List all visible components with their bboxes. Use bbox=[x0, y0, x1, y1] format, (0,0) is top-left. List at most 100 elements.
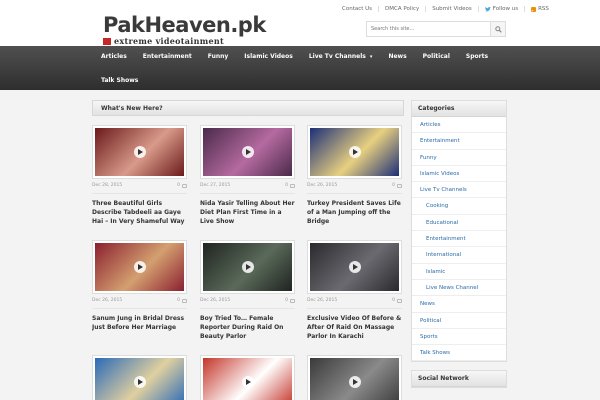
categories-heading: Categories bbox=[412, 101, 506, 117]
subcategory-link[interactable]: Entertainment bbox=[412, 231, 506, 248]
post-date: Dec 27, 2015 bbox=[200, 183, 231, 188]
main-nav: Articles Entertainment Funny Islamic Vid… bbox=[0, 46, 600, 90]
category-link[interactable]: Islamic Videos bbox=[412, 166, 506, 183]
post-card[interactable] bbox=[307, 355, 402, 400]
post-meta: Dec 28, 2015 0 bbox=[92, 183, 187, 194]
nav-item-live-tv-channels[interactable]: Live Tv Channels ▾ bbox=[303, 46, 383, 68]
category-link[interactable]: Sports bbox=[412, 329, 506, 346]
comment-count-value: 0 bbox=[392, 298, 395, 303]
post-title[interactable]: Exclusive Video Of Before & After Of Rai… bbox=[307, 314, 402, 341]
category-link[interactable]: Talk Shows bbox=[412, 345, 506, 362]
site-logo[interactable]: PakHeaven.pk extreme videotainment bbox=[103, 15, 266, 46]
comment-count[interactable]: 0 bbox=[285, 183, 295, 188]
nav-item-funny[interactable]: Funny bbox=[202, 46, 239, 68]
category-link[interactable]: Articles bbox=[412, 117, 506, 134]
search-box bbox=[366, 21, 506, 37]
post-title[interactable]: Nida Yasir Telling About Her Diet Plan F… bbox=[200, 199, 295, 226]
comment-icon bbox=[182, 298, 187, 303]
comment-count-value: 0 bbox=[392, 183, 395, 188]
nav-item-articles[interactable]: Articles bbox=[96, 46, 137, 68]
twitter-icon bbox=[484, 6, 491, 11]
submit-videos-label: Submit Videos bbox=[432, 6, 472, 12]
nav-item-islamic-videos[interactable]: Islamic Videos bbox=[238, 46, 303, 68]
contact-us-link[interactable]: Contact Us bbox=[336, 6, 380, 12]
post-thumbnail[interactable] bbox=[200, 240, 295, 294]
logo-tagline-text: extreme videotainment bbox=[114, 36, 225, 46]
play-icon bbox=[133, 376, 146, 388]
sidebar: Categories Articles Entertainment Funny Isl… bbox=[411, 100, 507, 363]
category-link[interactable]: Political bbox=[412, 313, 506, 329]
post-thumbnail[interactable] bbox=[92, 355, 187, 400]
nav-item-sports[interactable]: Sports bbox=[460, 46, 498, 68]
post-thumbnail[interactable] bbox=[92, 240, 187, 294]
logo-title: PakHeaven.pk bbox=[103, 13, 266, 37]
search-icon bbox=[494, 25, 502, 33]
comment-count[interactable]: 0 bbox=[285, 298, 295, 303]
category-link[interactable]: Funny bbox=[412, 150, 506, 166]
clapperboard-icon bbox=[103, 37, 111, 45]
comment-count[interactable]: 0 bbox=[392, 298, 402, 303]
category-link[interactable]: News bbox=[412, 296, 506, 313]
thumbnail-image bbox=[95, 358, 184, 400]
post-thumbnail[interactable] bbox=[307, 125, 402, 179]
logo-tagline: extreme videotainment bbox=[103, 36, 266, 46]
post-title[interactable]: Three Beautiful Girls Describe Tabdeeli … bbox=[92, 199, 187, 226]
post-card[interactable] bbox=[92, 355, 187, 400]
post-card[interactable]: Dec 27, 2015 0 Nida Yasir Telling About … bbox=[200, 125, 295, 226]
thumbnail-image bbox=[310, 243, 399, 291]
post-date: Dec 28, 2015 bbox=[92, 183, 123, 188]
post-card[interactable]: Dec 26, 2015 0 Boy Tried To… Female Repo… bbox=[200, 240, 295, 341]
nav-item-live-tv-channels-label: Live Tv Channels bbox=[308, 53, 366, 60]
category-link[interactable]: Live Tv Channels bbox=[412, 182, 506, 199]
search-button[interactable] bbox=[490, 22, 505, 36]
comment-icon bbox=[182, 183, 187, 188]
contact-us-label: Contact Us bbox=[342, 6, 373, 12]
comment-count-value: 0 bbox=[177, 298, 180, 303]
follow-us-link[interactable]: Follow us bbox=[479, 6, 526, 12]
thumbnail-image bbox=[203, 243, 292, 291]
play-icon bbox=[241, 261, 254, 273]
post-date: Dec 26, 2015 bbox=[307, 183, 338, 188]
post-title[interactable]: Turkey President Saves Life of a Man Jum… bbox=[307, 199, 402, 226]
subcategory-link[interactable]: International bbox=[412, 247, 506, 264]
post-thumbnail[interactable] bbox=[200, 355, 295, 400]
post-thumbnail[interactable] bbox=[307, 240, 402, 294]
subcategory-link[interactable]: Educational bbox=[412, 215, 506, 232]
dmca-policy-link[interactable]: DMCA Policy bbox=[379, 6, 427, 12]
rss-link[interactable]: RSS bbox=[525, 6, 555, 12]
comment-icon bbox=[397, 298, 402, 303]
subcategory-link[interactable]: Live News Channel bbox=[412, 280, 506, 297]
nav-item-news[interactable]: News bbox=[382, 46, 416, 68]
post-thumbnail[interactable] bbox=[92, 125, 187, 179]
post-card[interactable] bbox=[200, 355, 295, 400]
post-card[interactable]: Dec 26, 2015 0 Turkey President Saves Li… bbox=[307, 125, 402, 226]
submit-videos-link[interactable]: Submit Videos bbox=[426, 6, 479, 12]
comment-count[interactable]: 0 bbox=[392, 183, 402, 188]
post-title[interactable]: Boy Tried To… Female Reporter During Rai… bbox=[200, 314, 295, 341]
post-thumbnail[interactable] bbox=[307, 355, 402, 400]
nav-item-political[interactable]: Political bbox=[417, 46, 460, 68]
post-meta: Dec 27, 2015 0 bbox=[200, 183, 295, 194]
post-card[interactable]: Dec 26, 2015 0 Exclusive Video Of Before… bbox=[307, 240, 402, 341]
follow-us-label: Follow us bbox=[492, 6, 519, 12]
play-icon bbox=[348, 376, 361, 388]
comment-count[interactable]: 0 bbox=[177, 298, 187, 303]
post-title[interactable]: Sanum Jung in Bridal Dress Just Before H… bbox=[92, 314, 187, 332]
thumbnail-image bbox=[203, 128, 292, 176]
social-network-widget: Social Network bbox=[411, 370, 507, 388]
post-card[interactable]: Dec 26, 2015 0 Sanum Jung in Bridal Dres… bbox=[92, 240, 187, 332]
subcategory-link[interactable]: Islamic bbox=[412, 264, 506, 280]
play-icon bbox=[133, 261, 146, 273]
search-input[interactable] bbox=[367, 22, 490, 36]
comment-icon bbox=[397, 183, 402, 188]
post-meta: Dec 26, 2015 0 bbox=[307, 298, 402, 309]
post-thumbnail[interactable] bbox=[200, 125, 295, 179]
thumbnail-image bbox=[310, 128, 399, 176]
comment-count[interactable]: 0 bbox=[177, 183, 187, 188]
nav-item-talk-shows[interactable]: Talk Shows bbox=[96, 70, 148, 92]
play-icon bbox=[241, 146, 254, 158]
category-link[interactable]: Entertainment bbox=[412, 133, 506, 150]
post-card[interactable]: Dec 28, 2015 0 Three Beautiful Girls Des… bbox=[92, 125, 187, 226]
subcategory-link[interactable]: Cooking bbox=[412, 198, 506, 215]
nav-item-entertainment[interactable]: Entertainment bbox=[137, 46, 202, 68]
